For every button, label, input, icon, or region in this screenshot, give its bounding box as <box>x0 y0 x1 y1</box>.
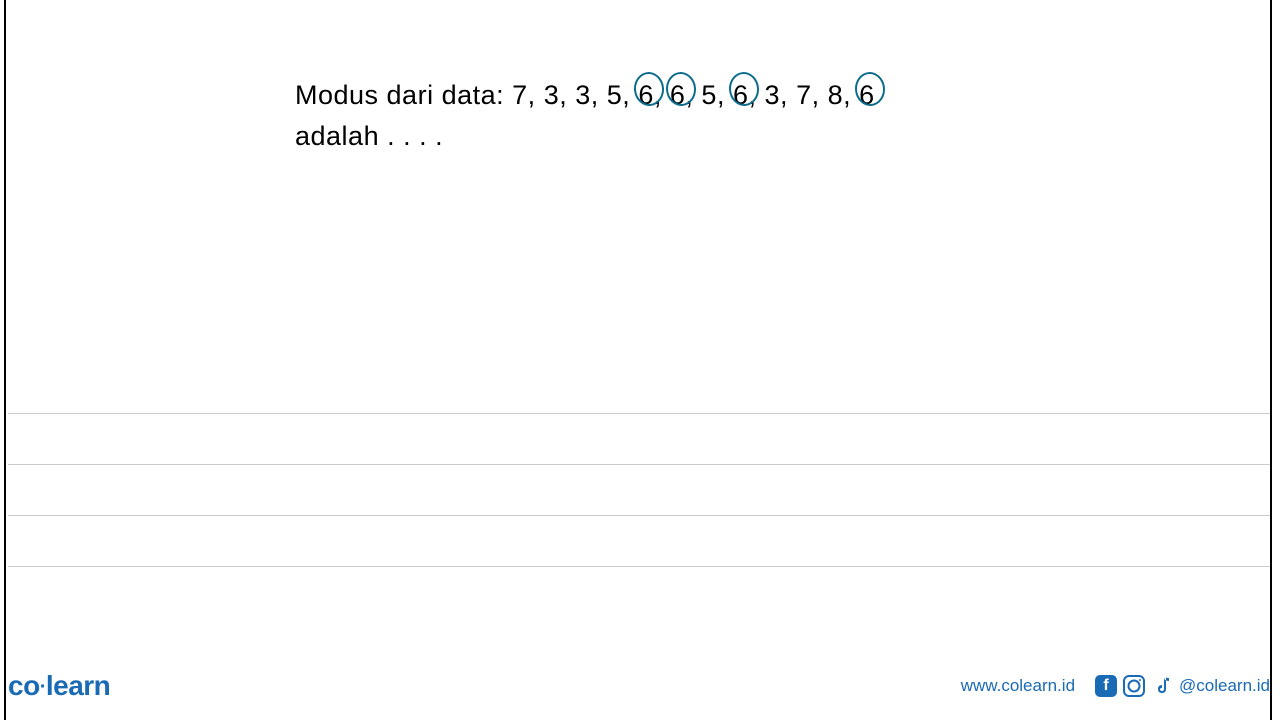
question-content: Modus dari data: 7, 3, 3, 5, 6, 6, 5, 6,… <box>295 75 1000 156</box>
ruled-line <box>8 413 1270 464</box>
question-suffix: adalah . . . . <box>295 121 443 151</box>
data-value: 6, <box>733 75 757 116</box>
data-value: 6, <box>638 75 662 116</box>
social-handle: @colearn.id <box>1179 676 1270 696</box>
ruled-line <box>8 464 1270 515</box>
data-value: 5, <box>607 80 631 110</box>
logo-part2: learn <box>46 670 110 701</box>
ruled-lines <box>8 413 1270 617</box>
data-value: 8, <box>828 80 852 110</box>
ruled-line <box>8 515 1270 566</box>
question-text: Modus dari data: 7, 3, 3, 5, 6, 6, 5, 6,… <box>295 75 1000 156</box>
question-prefix: Modus dari data: <box>295 80 504 110</box>
footer-right: www.colearn.id f @colearn.id <box>961 675 1270 697</box>
logo: co·learn <box>8 670 110 702</box>
data-value: 5, <box>701 80 725 110</box>
tiktok-icon <box>1151 675 1173 697</box>
social-icons: f @colearn.id <box>1095 675 1270 697</box>
instagram-icon <box>1123 675 1145 697</box>
data-value: 3, <box>575 80 599 110</box>
data-value: 7, <box>512 80 536 110</box>
ruled-line <box>8 566 1270 617</box>
footer: co·learn www.colearn.id f @colearn.id <box>8 670 1270 702</box>
data-value: 6, <box>670 75 694 116</box>
data-value: 3, <box>765 80 789 110</box>
data-value: 3, <box>544 80 568 110</box>
data-sequence: 7, 3, 3, 5, 6, 6, 5, 6, 3, 7, 8, 6 <box>512 80 875 110</box>
facebook-icon: f <box>1095 675 1117 697</box>
website-url: www.colearn.id <box>961 676 1075 696</box>
logo-part1: co <box>8 670 40 701</box>
data-value: 7, <box>796 80 820 110</box>
data-value: 6 <box>859 75 875 116</box>
